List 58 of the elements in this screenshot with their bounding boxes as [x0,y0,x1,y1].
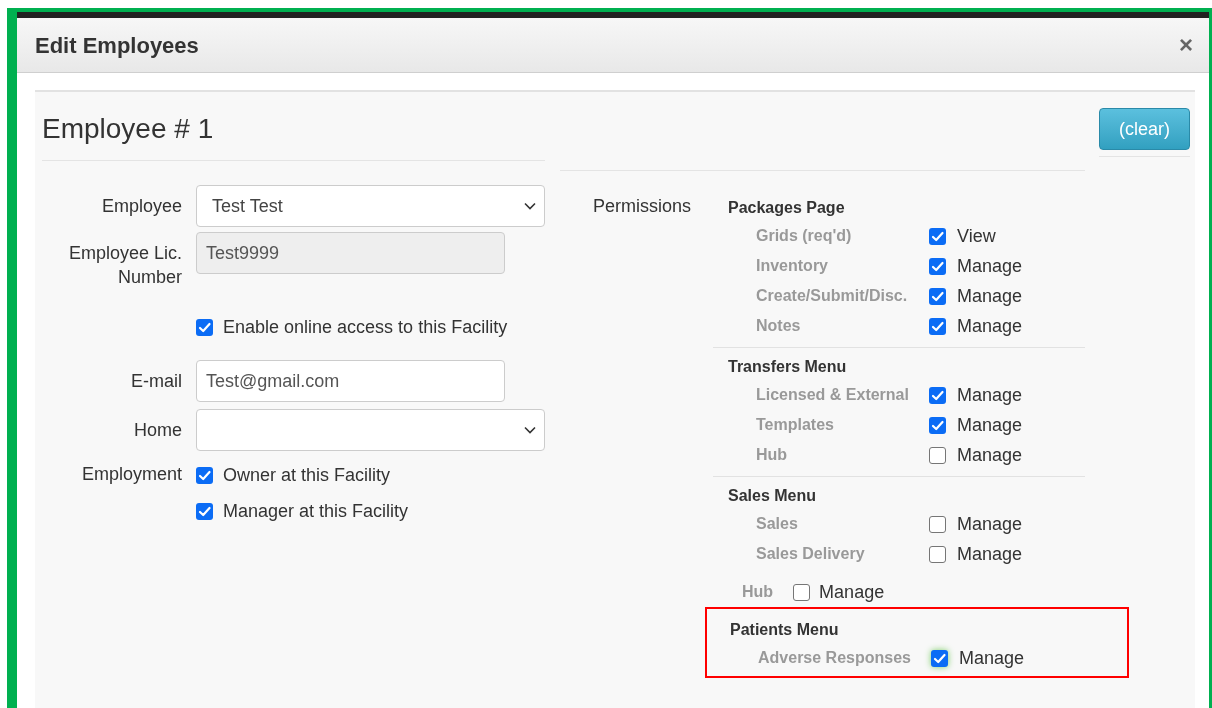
close-button[interactable]: × [1175,33,1197,57]
group-title: Patients Menu [729,620,840,640]
checkbox-label: Enable online access to this Facility [223,316,508,339]
field-label: Employee Lic. Number [68,243,182,287]
checkbox[interactable] [196,467,213,484]
checkbox[interactable] [929,257,946,275]
option-label: View [957,224,996,248]
chevron-down-icon [524,426,536,434]
option-label: Manage [957,512,1023,536]
field-label: Employment [81,464,182,484]
option-label: Manage [957,254,1023,278]
checkbox[interactable] [929,446,946,464]
checkbox[interactable] [929,317,946,335]
permission-label: Hub [755,445,789,465]
checkbox[interactable] [929,386,946,404]
checkbox[interactable] [931,649,948,667]
option-label: Manage [957,443,1023,467]
checkbox[interactable] [929,416,946,434]
permission-label: Hub [742,582,774,602]
group-title: Sales Menu [727,486,818,506]
option-label: Manage [957,413,1023,437]
permission-label: Adverse Responses [757,648,912,668]
option-label: Manage [957,383,1023,407]
permission-label: Grids (req'd) [755,226,853,246]
employee-heading: Employee # 1 [42,113,214,144]
chevron-down-icon [524,202,536,210]
permission-label: Sales [755,514,799,534]
checkbox[interactable] [793,583,811,601]
dialog-title: Edit Employees [35,31,199,60]
field-label: Permissions [593,195,693,218]
checkbox-label: Owner at this Facility [223,464,391,487]
select-field[interactable]: Test Test [196,185,545,227]
input-field[interactable]: Test@gmail.com [196,360,505,402]
field-label: Home [134,420,182,440]
group-title: Transfers Menu [727,357,848,377]
option-label: Manage [819,580,885,604]
option-label: Manage [959,646,1025,670]
option-label: Manage [957,542,1023,566]
option-label: Manage [957,284,1023,308]
readonly-field[interactable]: Test9999 [196,232,505,274]
checkbox-label: Manager at this Facility [223,500,409,523]
select-field[interactable] [196,409,545,451]
field-label: E-mail [131,371,182,391]
checkbox[interactable] [196,503,213,520]
permission-label: Create/Submit/Disc. [755,286,909,306]
group-title: Packages Page [727,198,846,218]
field-label: Employee [101,196,182,216]
checkbox[interactable] [929,545,946,563]
checkbox[interactable] [929,227,946,245]
permission-label: Templates [755,415,835,435]
permission-label: Sales Delivery [755,544,866,564]
checkbox[interactable] [196,319,213,336]
checkbox[interactable] [929,287,946,305]
checkbox[interactable] [929,515,946,533]
permission-label: Inventory [755,256,829,276]
permission-label: Licensed & External [755,385,910,405]
option-label: Manage [957,314,1023,338]
permission-label: Notes [755,316,802,336]
